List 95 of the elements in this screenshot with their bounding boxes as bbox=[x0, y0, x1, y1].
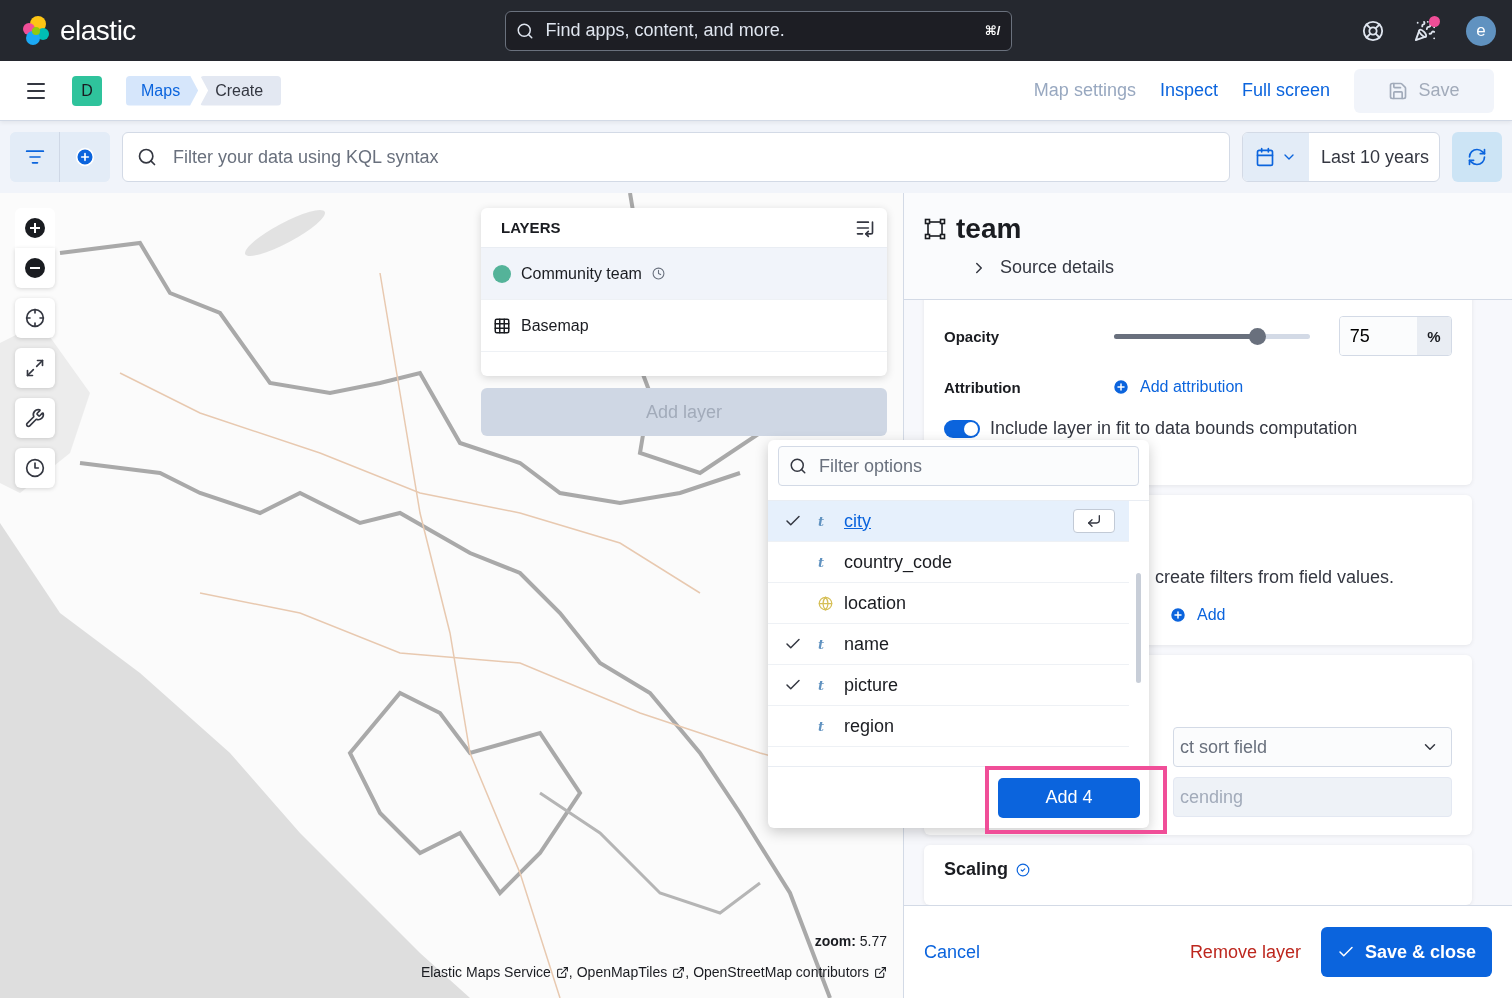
field-option[interactable]: location bbox=[768, 583, 1129, 624]
search-icon bbox=[789, 457, 807, 475]
field-name: picture bbox=[844, 674, 900, 696]
add-fields-button[interactable]: Add 4 bbox=[998, 777, 1140, 818]
field-name: country_code bbox=[844, 551, 954, 573]
clock-icon bbox=[25, 458, 45, 478]
brand-name: elastic bbox=[60, 14, 136, 47]
field-label: Opacity bbox=[944, 327, 1001, 345]
sort-order-field: cending bbox=[1173, 777, 1452, 817]
global-search-field[interactable]: Find apps, content, and more. bbox=[543, 19, 975, 42]
layer-row[interactable]: Basemap bbox=[481, 300, 887, 352]
set-view-button[interactable] bbox=[15, 298, 55, 338]
text-type-icon: t bbox=[818, 554, 824, 570]
plus-icon bbox=[75, 147, 95, 167]
cancel-button[interactable]: Cancel bbox=[924, 941, 981, 963]
scrollbar[interactable] bbox=[1136, 573, 1141, 683]
external-link-icon bbox=[874, 965, 887, 979]
field-name: city bbox=[844, 510, 872, 532]
help-text: create filters from field values. bbox=[1155, 567, 1396, 588]
text-type-icon: t bbox=[818, 718, 824, 734]
panel-title: LAYERS bbox=[501, 219, 561, 236]
enter-key-icon bbox=[1073, 509, 1115, 533]
external-link-icon bbox=[555, 965, 569, 979]
field-label: Attribution bbox=[944, 378, 1022, 396]
tools-button[interactable] bbox=[15, 398, 55, 438]
source-details-toggle[interactable]: Source details bbox=[970, 257, 1115, 278]
layer-name: Basemap bbox=[521, 316, 589, 335]
field-name: region bbox=[844, 715, 896, 737]
field-name: location bbox=[844, 592, 908, 614]
refresh-icon bbox=[1467, 147, 1487, 167]
filter-icon bbox=[24, 147, 45, 167]
refresh-button[interactable] bbox=[1452, 132, 1502, 182]
calendar-icon bbox=[1254, 147, 1275, 167]
zoom-out-icon bbox=[25, 258, 45, 278]
external-link-icon bbox=[672, 965, 686, 979]
filter-options-field[interactable]: Filter options bbox=[817, 454, 1128, 478]
help-icon[interactable] bbox=[1362, 19, 1384, 42]
sort-field-select[interactable]: ct sort field bbox=[1173, 727, 1452, 767]
clock-icon bbox=[651, 267, 665, 280]
filter-options-box[interactable]: Filter options bbox=[778, 446, 1139, 486]
query-box[interactable]: Filter your data using KQL syntax bbox=[122, 132, 1230, 182]
separator-text: , bbox=[685, 964, 690, 980]
field-name: name bbox=[844, 633, 891, 655]
unit-label: % bbox=[1417, 317, 1451, 355]
wrench-icon bbox=[25, 408, 45, 428]
search-icon bbox=[137, 147, 157, 167]
global-search-box[interactable]: Find apps, content, and more. ⌘/ bbox=[504, 10, 1012, 51]
expand-icon bbox=[25, 358, 45, 378]
attribution-link[interactable]: OpenMapTiles bbox=[576, 964, 686, 980]
grid-icon bbox=[493, 316, 511, 335]
save-icon bbox=[1388, 80, 1409, 101]
add-link[interactable]: Add bbox=[1169, 606, 1226, 624]
filter-menu-button[interactable] bbox=[10, 132, 60, 182]
quick-date-button[interactable] bbox=[1242, 133, 1309, 181]
shortcut-hint: ⌘/ bbox=[984, 23, 1001, 38]
plus-icon bbox=[1169, 606, 1187, 624]
separator-text: , bbox=[568, 964, 573, 980]
field-option[interactable]: t name bbox=[768, 624, 1129, 665]
attribution-link[interactable]: Elastic Maps Service bbox=[420, 964, 569, 980]
field-option[interactable]: t picture bbox=[768, 665, 1129, 706]
zoom-in-icon bbox=[25, 218, 45, 238]
text-type-icon: t bbox=[818, 636, 824, 652]
space-avatar[interactable]: D bbox=[72, 75, 102, 106]
field-option[interactable]: t city bbox=[768, 501, 1129, 542]
nav-link[interactable]: Full screen bbox=[1241, 80, 1330, 101]
zoom-level: zoom: 5.77 bbox=[814, 933, 887, 949]
globe-icon bbox=[818, 595, 833, 611]
save-close-button[interactable]: Save & close bbox=[1320, 927, 1492, 977]
attribution-link[interactable]: OpenStreetMap contributors bbox=[693, 964, 887, 980]
breadcrumb[interactable]: Maps bbox=[126, 75, 199, 106]
elastic-logo-icon bbox=[20, 14, 52, 47]
text-type-icon: t bbox=[818, 677, 824, 693]
timeslider-button[interactable] bbox=[15, 448, 55, 488]
breadcrumb[interactable]: Create bbox=[200, 75, 282, 106]
slider-thumb[interactable] bbox=[1249, 327, 1267, 345]
zoom-out-button[interactable] bbox=[15, 248, 55, 288]
fit-bounds-button[interactable] bbox=[15, 348, 55, 388]
layer-name: Community team bbox=[521, 264, 642, 283]
plus-icon bbox=[1112, 378, 1130, 396]
field-option[interactable]: t country_code bbox=[768, 542, 1129, 583]
search-icon bbox=[515, 21, 534, 40]
opacity-field[interactable]: 75 % bbox=[1338, 316, 1452, 356]
toggle-switch[interactable] bbox=[944, 419, 980, 438]
text-type-icon: t bbox=[818, 513, 824, 529]
layer-row[interactable]: Community team bbox=[481, 248, 887, 300]
layer-title: team bbox=[956, 213, 1022, 245]
add-attribution-link[interactable]: Add attribution bbox=[1112, 378, 1244, 396]
nav-link[interactable]: Inspect bbox=[1159, 80, 1218, 101]
zoom-in-button[interactable] bbox=[15, 208, 55, 248]
field-option[interactable]: t region bbox=[768, 706, 1129, 747]
crosshair-icon bbox=[25, 308, 45, 328]
bounding-box-icon bbox=[924, 218, 946, 240]
switch-label: Include layer in fit to data bounds computation bbox=[990, 418, 1358, 439]
section-heading: Scaling bbox=[944, 859, 1452, 880]
remove-layer-button[interactable]: Remove layer bbox=[1189, 941, 1301, 963]
